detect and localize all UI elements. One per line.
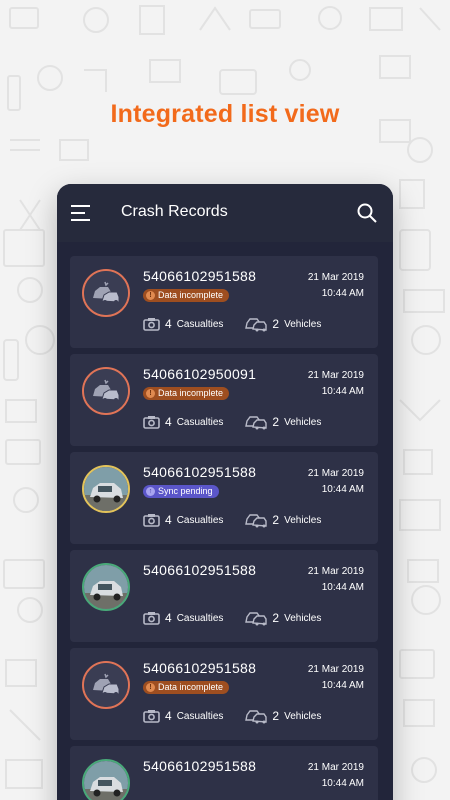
camera-icon bbox=[143, 318, 160, 331]
record-date: 21 Mar 2019 bbox=[307, 468, 364, 479]
camera-icon bbox=[143, 416, 160, 429]
record-date: 21 Mar 2019 bbox=[307, 566, 364, 577]
record-date: 21 Mar 2019 bbox=[307, 272, 364, 283]
crash-placeholder-icon bbox=[82, 367, 130, 415]
crash-photo bbox=[82, 563, 130, 611]
record-time: 10:44 AM bbox=[321, 484, 364, 495]
vehicles-icon bbox=[245, 710, 268, 724]
status-icon: ! bbox=[146, 683, 155, 692]
vehicles-label: Vehicles bbox=[284, 612, 322, 624]
vehicles-count: 2 bbox=[272, 513, 280, 527]
status-badge: ↑ Sync pending bbox=[143, 485, 219, 498]
status-badge: ! Data incomplete bbox=[143, 289, 230, 302]
casualties-count: 4 bbox=[165, 317, 172, 331]
crash-photo bbox=[82, 759, 130, 800]
vehicles-count: 2 bbox=[272, 709, 280, 723]
record-id: 54066102951588 bbox=[143, 464, 257, 480]
phone-screen: Crash Records 54066102951588 ! Data inco… bbox=[57, 184, 393, 800]
record-id: 54066102951588 bbox=[143, 660, 257, 676]
record-card[interactable]: 54066102951588 ↑ Sync pending 21 Mar 201… bbox=[70, 452, 378, 544]
record-date: 21 Mar 2019 bbox=[307, 664, 364, 675]
record-stats: 4 Casualties 2 Vehicles bbox=[143, 316, 363, 332]
record-id: 54066102950091 bbox=[143, 366, 257, 382]
record-stats: 4 Casualties 2 Vehicles bbox=[143, 512, 363, 528]
vehicles-count: 2 bbox=[272, 611, 280, 625]
record-card[interactable]: 54066102950091 ! Data incomplete 21 Mar … bbox=[70, 354, 378, 446]
vehicles-count: 2 bbox=[272, 317, 280, 331]
vehicles-icon bbox=[245, 416, 268, 430]
record-id: 54066102951588 bbox=[143, 268, 257, 284]
page-title: Crash Records bbox=[121, 203, 228, 220]
vehicles-label: Vehicles bbox=[284, 416, 322, 428]
casualties-label: Casualties bbox=[176, 612, 224, 624]
record-time: 10:44 AM bbox=[321, 680, 364, 691]
casualties-label: Casualties bbox=[176, 710, 224, 722]
casualties-count: 4 bbox=[165, 611, 172, 625]
vehicles-label: Vehicles bbox=[284, 318, 322, 330]
crash-placeholder-icon bbox=[82, 661, 130, 709]
record-stats: 4 Casualties 2 Vehicles bbox=[143, 708, 363, 724]
crash-photo bbox=[82, 465, 130, 513]
casualties-count: 4 bbox=[165, 415, 172, 429]
vehicles-count: 2 bbox=[272, 415, 280, 429]
record-stats: 4 Casualties 2 Vehicles bbox=[143, 414, 363, 430]
status-icon: ! bbox=[146, 291, 155, 300]
status-badge: ! Data incomplete bbox=[143, 681, 230, 694]
vehicles-icon bbox=[245, 514, 268, 528]
status-text: Data incomplete bbox=[158, 290, 224, 300]
casualties-label: Casualties bbox=[176, 318, 224, 330]
record-stats: 4 Casualties 2 Vehicles bbox=[143, 610, 363, 626]
record-card[interactable]: 54066102951588 21 Mar 2019 10:44 AM bbox=[70, 746, 378, 800]
record-card[interactable]: 54066102951588 ! Data incomplete 21 Mar … bbox=[70, 256, 378, 348]
record-date: 21 Mar 2019 bbox=[307, 370, 364, 381]
casualties-count: 4 bbox=[165, 709, 172, 723]
status-text: Sync pending bbox=[158, 486, 213, 496]
vehicles-icon bbox=[245, 612, 268, 626]
record-date: 21 Mar 2019 bbox=[307, 762, 364, 773]
app-bar: Crash Records bbox=[57, 184, 393, 242]
promo-headline: Integrated list view bbox=[110, 100, 340, 128]
status-text: Data incomplete bbox=[158, 388, 224, 398]
camera-icon bbox=[143, 612, 160, 625]
status-text: Data incomplete bbox=[158, 682, 224, 692]
status-icon: ↑ bbox=[146, 487, 155, 496]
camera-icon bbox=[143, 710, 160, 723]
record-time: 10:44 AM bbox=[321, 582, 364, 593]
record-card[interactable]: 54066102951588 21 Mar 2019 10:44 AM 4 Ca… bbox=[70, 550, 378, 642]
casualties-label: Casualties bbox=[176, 416, 224, 428]
status-icon: ! bbox=[146, 389, 155, 398]
casualties-count: 4 bbox=[165, 513, 172, 527]
camera-icon bbox=[143, 514, 160, 527]
record-id: 54066102951588 bbox=[143, 562, 257, 578]
record-time: 10:44 AM bbox=[321, 386, 364, 397]
vehicles-label: Vehicles bbox=[284, 710, 322, 722]
vehicles-icon bbox=[245, 318, 268, 332]
casualties-label: Casualties bbox=[176, 514, 224, 526]
record-id: 54066102951588 bbox=[143, 758, 257, 774]
menu-icon[interactable] bbox=[71, 205, 93, 221]
crash-placeholder-icon bbox=[82, 269, 130, 317]
search-icon[interactable] bbox=[357, 203, 377, 223]
record-time: 10:44 AM bbox=[321, 288, 364, 299]
record-time: 10:44 AM bbox=[321, 778, 364, 789]
status-badge: ! Data incomplete bbox=[143, 387, 230, 400]
vehicles-label: Vehicles bbox=[284, 514, 322, 526]
record-card[interactable]: 54066102951588 ! Data incomplete 21 Mar … bbox=[70, 648, 378, 740]
